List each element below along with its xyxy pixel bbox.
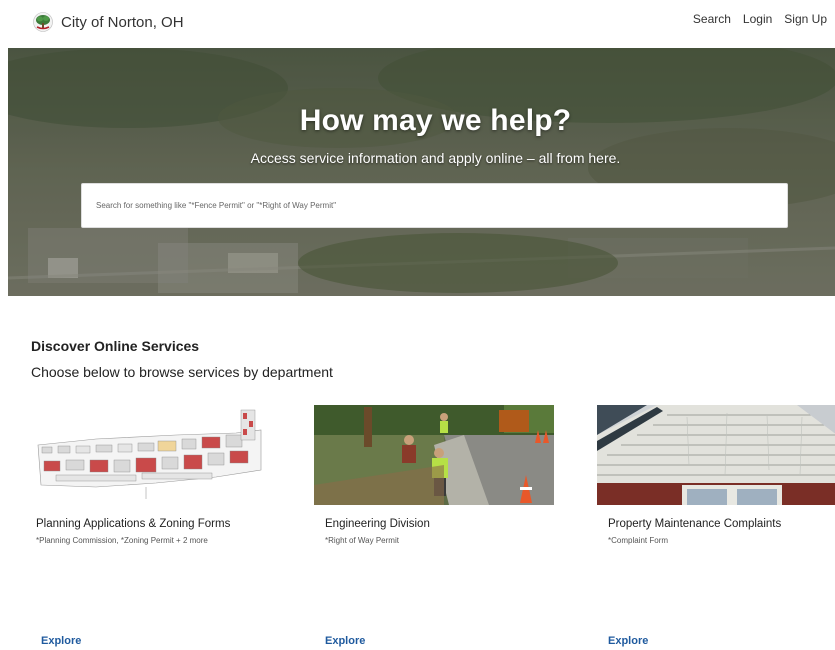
search-input[interactable] [82, 184, 787, 227]
section-subtitle: Choose below to browse services by depar… [31, 364, 333, 380]
construction-photo [314, 405, 554, 505]
nav-login-link[interactable]: Login [743, 12, 772, 26]
card-title: Property Maintenance Complaints [608, 518, 782, 530]
explore-link[interactable]: Explore [41, 635, 81, 647]
search-box [81, 183, 788, 228]
city-seal-tree-icon[interactable] [33, 12, 53, 32]
card-title: Engineering Division [325, 518, 430, 530]
explore-link[interactable]: Explore [608, 635, 648, 647]
top-nav: Search Login Sign Up [693, 12, 827, 26]
site-plan-image [36, 405, 276, 505]
explore-link[interactable]: Explore [325, 635, 365, 647]
card-title: Planning Applications & Zoning Forms [36, 518, 231, 530]
card-tags: *Planning Commission, *Zoning Permit + 2… [36, 536, 208, 545]
site-header: City of Norton, OH Search Login Sign Up [0, 0, 835, 46]
service-card-planning[interactable]: Planning Applications & Zoning Forms *Pl… [36, 405, 276, 650]
service-card-engineering[interactable]: Engineering Division *Right of Way Permi… [314, 405, 554, 650]
card-tags: *Complaint Form [608, 536, 669, 545]
hero-title: How may we help? [299, 104, 572, 137]
hero-subtitle: Access service information and apply onl… [250, 150, 621, 166]
nav-search-link[interactable]: Search [693, 12, 731, 26]
site-name[interactable]: City of Norton, OH [61, 14, 184, 31]
service-card-property[interactable]: Property Maintenance Complaints *Complai… [597, 405, 835, 650]
nav-signup-link[interactable]: Sign Up [784, 12, 827, 26]
aerial-town-photo [8, 48, 835, 296]
card-tags: *Right of Way Permit [325, 536, 399, 545]
house-siding-photo [597, 405, 835, 505]
hero-banner: How may we help? Access service informat… [8, 48, 835, 296]
section-title: Discover Online Services [31, 338, 200, 354]
